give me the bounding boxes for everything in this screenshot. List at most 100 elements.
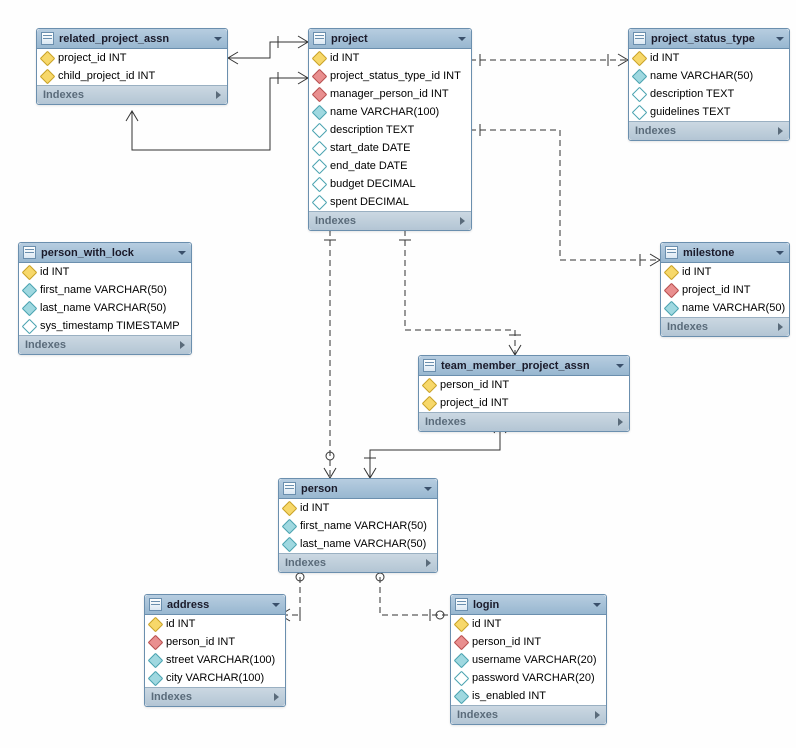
column-text: child_project_id INT — [58, 70, 155, 82]
attr-icon — [664, 300, 680, 316]
column-row: id INT — [451, 615, 606, 633]
table-person-with-lock[interactable]: person_with_lock id INT first_name VARCH… — [18, 242, 192, 355]
indexes-section[interactable]: Indexes — [279, 553, 437, 572]
column-text: guidelines TEXT — [650, 106, 731, 118]
table-title: address — [167, 599, 209, 611]
table-person[interactable]: person id INT first_name VARCHAR(50) las… — [278, 478, 438, 573]
chevron-down-icon — [458, 37, 466, 41]
indexes-section[interactable]: Indexes — [419, 412, 629, 431]
table-title: project_status_type — [651, 33, 755, 45]
column-text: id INT — [682, 266, 711, 278]
fk-icon — [454, 634, 470, 650]
table-milestone[interactable]: milestone id INT project_id INT name VAR… — [660, 242, 790, 337]
column-text: first_name VARCHAR(50) — [40, 284, 167, 296]
column-row: budget DECIMAL — [309, 175, 471, 193]
table-icon — [149, 598, 162, 611]
column-text: description TEXT — [650, 88, 734, 100]
arrow-right-icon — [216, 91, 221, 99]
column-row: name VARCHAR(100) — [309, 103, 471, 121]
column-text: id INT — [40, 266, 69, 278]
column-row: guidelines TEXT — [629, 103, 789, 121]
table-header[interactable]: address — [145, 595, 285, 615]
table-header[interactable]: person_with_lock — [19, 243, 191, 263]
table-icon — [633, 32, 646, 45]
table-icon — [283, 482, 296, 495]
chevron-down-icon — [776, 251, 784, 255]
table-icon — [455, 598, 468, 611]
arrow-right-icon — [426, 559, 431, 567]
indexes-section[interactable]: Indexes — [19, 335, 191, 354]
column-text: person_id INT — [472, 636, 541, 648]
column-text: is_enabled INT — [472, 690, 546, 702]
column-row: project_id INT — [419, 394, 629, 412]
table-header[interactable]: team_member_project_assn — [419, 356, 629, 376]
column-row: project_status_type_id INT — [309, 67, 471, 85]
column-text: project_id INT — [682, 284, 750, 296]
pk-icon — [422, 377, 438, 393]
column-row: id INT — [145, 615, 285, 633]
arrow-right-icon — [180, 341, 185, 349]
indexes-section[interactable]: Indexes — [629, 121, 789, 140]
table-project[interactable]: project id INT project_status_type_id IN… — [308, 28, 472, 231]
column-row: city VARCHAR(100) — [145, 669, 285, 687]
column-row: first_name VARCHAR(50) — [19, 281, 191, 299]
table-project-status-type[interactable]: project_status_type id INT name VARCHAR(… — [628, 28, 790, 141]
column-row: last_name VARCHAR(50) — [19, 299, 191, 317]
column-row: project_id INT — [37, 49, 227, 67]
column-row: person_id INT — [451, 633, 606, 651]
attr-icon — [22, 282, 38, 298]
table-title: related_project_assn — [59, 33, 169, 45]
table-team-member-project-assn[interactable]: team_member_project_assn person_id INT p… — [418, 355, 630, 432]
fk-icon — [312, 86, 328, 102]
arrow-right-icon — [460, 217, 465, 225]
table-header[interactable]: milestone — [661, 243, 789, 263]
column-row: sys_timestamp TIMESTAMP — [19, 317, 191, 335]
table-title: person_with_lock — [41, 247, 134, 259]
arrow-right-icon — [595, 711, 600, 719]
column-row: id INT — [309, 49, 471, 67]
column-text: project_id INT — [58, 52, 126, 64]
table-icon — [313, 32, 326, 45]
column-row: name VARCHAR(50) — [661, 299, 789, 317]
pk-icon — [148, 616, 164, 632]
table-related-project-assn[interactable]: related_project_assn project_id INT chil… — [36, 28, 228, 105]
column-text: name VARCHAR(50) — [650, 70, 753, 82]
pk-icon — [282, 500, 298, 516]
column-row: child_project_id INT — [37, 67, 227, 85]
table-header[interactable]: project_status_type — [629, 29, 789, 49]
chevron-down-icon — [272, 603, 280, 607]
column-row: last_name VARCHAR(50) — [279, 535, 437, 553]
pk-icon — [632, 50, 648, 66]
column-text: id INT — [650, 52, 679, 64]
column-text: person_id INT — [440, 379, 509, 391]
column-text: id INT — [472, 618, 501, 630]
indexes-section[interactable]: Indexes — [37, 85, 227, 104]
table-header[interactable]: login — [451, 595, 606, 615]
column-text: name VARCHAR(50) — [682, 302, 785, 314]
table-icon — [41, 32, 54, 45]
table-title: project — [331, 33, 368, 45]
pk-icon — [312, 50, 328, 66]
table-address[interactable]: address id INT person_id INT street VARC… — [144, 594, 286, 707]
table-title: team_member_project_assn — [441, 360, 590, 372]
attr-icon — [454, 652, 470, 668]
indexes-label: Indexes — [285, 557, 326, 569]
column-row: id INT — [629, 49, 789, 67]
indexes-section[interactable]: Indexes — [309, 211, 471, 230]
attr-icon — [148, 652, 164, 668]
table-login[interactable]: login id INT person_id INT username VARC… — [450, 594, 607, 725]
arrow-right-icon — [274, 693, 279, 701]
column-row: street VARCHAR(100) — [145, 651, 285, 669]
table-header[interactable]: person — [279, 479, 437, 499]
table-header[interactable]: related_project_assn — [37, 29, 227, 49]
table-title: person — [301, 483, 338, 495]
column-row: manager_person_id INT — [309, 85, 471, 103]
column-text: person_id INT — [166, 636, 235, 648]
indexes-section[interactable]: Indexes — [661, 317, 789, 336]
indexes-section[interactable]: Indexes — [145, 687, 285, 706]
indexes-section[interactable]: Indexes — [451, 705, 606, 724]
table-header[interactable]: project — [309, 29, 471, 49]
column-text: first_name VARCHAR(50) — [300, 520, 427, 532]
pk-icon — [664, 264, 680, 280]
column-text: city VARCHAR(100) — [166, 672, 264, 684]
